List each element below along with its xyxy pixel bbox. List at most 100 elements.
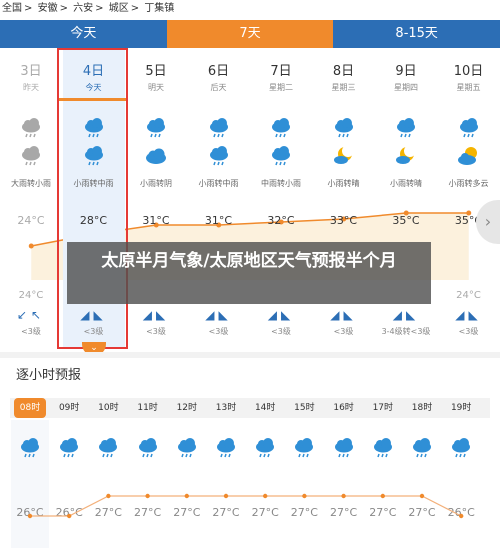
day-condition: 小雨转晴 xyxy=(390,179,422,188)
hour-label: 16时 xyxy=(333,403,354,413)
hour-label: 10时 xyxy=(98,403,119,413)
forecast-tabs: 今天 7天 8-15天 xyxy=(0,20,500,48)
day-condition: 小雨转多云 xyxy=(448,179,489,188)
hourly-trend-point xyxy=(145,493,150,499)
wind-direction-icon: ◢◣ xyxy=(142,308,170,322)
today-indicator-bar xyxy=(59,98,126,101)
hour-label: 11时 xyxy=(137,403,158,413)
cloud-icon xyxy=(144,146,168,166)
hour-label: 18时 xyxy=(411,403,433,413)
breadcrumb-separator: > xyxy=(130,3,140,14)
day-weekday: 星期三 xyxy=(331,83,356,92)
day-wind-level: 3-4级转<3级 xyxy=(381,327,431,336)
day-column[interactable]: 3日 昨天 大雨转小雨 24°C 24°C ↙↖ <3级 xyxy=(0,48,62,348)
breadcrumb-separator: > xyxy=(24,3,33,14)
day-high-temp: 28°C xyxy=(79,214,108,227)
day-date: 9日 xyxy=(395,64,417,79)
breadcrumb-item-town: 丁集镇 xyxy=(144,3,175,14)
hourly-forecast-title: 逐小时预报 xyxy=(16,368,82,383)
day-date: 3日 xyxy=(20,64,42,79)
rain-cloud-icon xyxy=(269,146,293,166)
hourly-time-row: 08时 09时 10时 11时 12时 13时 14时 15时 16时 17时 18时 19时 xyxy=(10,398,490,418)
day-high-temp: 31°C xyxy=(204,214,233,227)
day-date: 7日 xyxy=(270,64,292,79)
rain-cloud-icon xyxy=(457,118,481,138)
breadcrumb-separator: > xyxy=(95,3,104,14)
chevron-right-icon: › xyxy=(484,212,492,231)
wind-direction-icon: ◢◣ xyxy=(267,308,295,322)
day-wind-level: <3级 xyxy=(146,327,166,336)
rain-cloud-icon xyxy=(269,118,293,138)
hourly-temperature-trend xyxy=(27,493,464,519)
tab-today[interactable]: 今天 xyxy=(0,20,167,48)
hourly-trend-point xyxy=(341,493,346,499)
hour-label: 17时 xyxy=(372,403,394,413)
rain-cloud-icon xyxy=(144,118,168,138)
rain-cloud-icon xyxy=(19,146,43,166)
hourly-trend-point xyxy=(27,513,33,519)
rain-cloud-icon xyxy=(332,118,356,138)
wind-direction-icon: ◢◣ xyxy=(80,308,107,322)
breadcrumb-item-province[interactable]: 安徽 xyxy=(38,3,58,14)
hour-label: 09时 xyxy=(58,403,80,413)
hourly-trend-line xyxy=(30,495,462,517)
day-weekday: 今天 xyxy=(85,83,102,92)
day-condition: 小雨转中雨 xyxy=(198,179,239,188)
day-high-temp: 31°C xyxy=(142,214,170,227)
hourly-trend-point xyxy=(419,493,425,499)
day-low-temp: 24°C xyxy=(456,290,481,301)
hour-label: 13时 xyxy=(215,403,237,413)
breadcrumb-item-district[interactable]: 城区 xyxy=(109,3,129,14)
day-weekday: 后天 xyxy=(210,83,227,92)
breadcrumb-item-country[interactable]: 全国 xyxy=(2,3,22,14)
day-date: 10日 xyxy=(453,64,484,79)
breadcrumb-item-city[interactable]: 六安 xyxy=(73,3,93,14)
day-date: 8日 xyxy=(332,64,355,79)
day-wind-level: <3级 xyxy=(271,327,291,336)
hourly-trend-point xyxy=(302,493,307,499)
day-wind-level: <3级 xyxy=(83,327,104,336)
hourly-trend-point xyxy=(106,493,111,499)
day-high-temp: 32°C xyxy=(267,214,295,227)
hourly-trend-point xyxy=(380,493,385,499)
wind-direction-icon: ◢◣ xyxy=(205,308,232,322)
day-high-temp: 24°C xyxy=(17,214,45,227)
day-wind-level: <3级 xyxy=(208,327,229,336)
rain-cloud-icon xyxy=(82,118,106,138)
day-wind-level: <3级 xyxy=(333,327,354,336)
day-low-temp: 24°C xyxy=(18,290,44,301)
day-date: 4日 xyxy=(82,64,105,79)
day-date: 5日 xyxy=(145,64,167,79)
breadcrumb: 全国 > 安徽 > 六安 > 城区 > 丁集镇 xyxy=(0,0,500,20)
section-divider xyxy=(0,352,500,358)
day-condition: 大雨转小雨 xyxy=(11,179,51,188)
breadcrumb-separator: > xyxy=(59,3,68,14)
day-wind-level: <3级 xyxy=(458,327,479,336)
day-column[interactable]: 10日 星期五 小雨转多云 35°C 24°C ◢◣ <3级 xyxy=(438,48,500,348)
day-date: 6日 xyxy=(207,64,230,79)
day-high-temp: 35°C xyxy=(392,214,420,227)
wind-direction-icon: ◢◣ xyxy=(330,308,357,322)
day-condition: 小雨转中雨 xyxy=(73,179,114,188)
day-weekday: 星期二 xyxy=(269,83,293,92)
wind-direction-icon: ↙↖ xyxy=(16,308,46,322)
rain-cloud-icon xyxy=(82,146,106,166)
wind-direction-icon: ◢◣ xyxy=(392,308,420,322)
day-weekday: 明天 xyxy=(148,83,164,92)
hour-label: 12时 xyxy=(176,403,198,413)
day-weekday: 星期五 xyxy=(456,83,481,92)
overlay-banner: 太原半月气象/太原地区天气预报半个月 xyxy=(67,242,431,304)
tab-8-15-days[interactable]: 8-15天 xyxy=(333,20,500,48)
hourly-trend-point xyxy=(263,493,268,499)
hour-label: 08时 xyxy=(14,398,46,418)
day-wind-level: <3级 xyxy=(21,327,41,336)
hourly-trend-point xyxy=(223,493,229,499)
rain-cloud-icon xyxy=(19,118,43,138)
rain-cloud-icon xyxy=(394,118,418,138)
hourly-trend-point xyxy=(67,513,72,519)
hour-label: 19时 xyxy=(450,403,472,413)
moon-cloud-icon xyxy=(332,145,356,166)
hourly-trend-point xyxy=(459,513,464,519)
tab-7-days[interactable]: 7天 xyxy=(166,20,334,48)
day-condition: 小雨转阴 xyxy=(140,179,172,188)
